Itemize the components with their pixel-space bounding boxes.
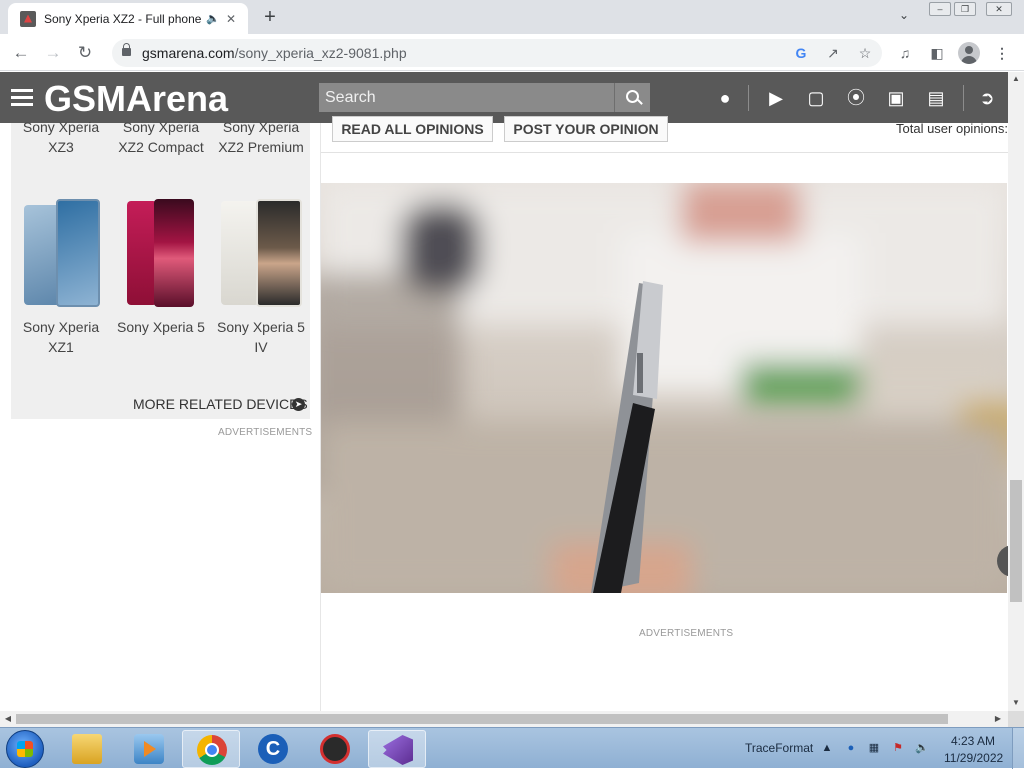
lock-icon: [122, 43, 131, 58]
related-device-name[interactable]: Sony Xperia XZ3: [11, 117, 111, 157]
ccleaner-tray-icon[interactable]: ●: [844, 741, 858, 755]
tab-search-chevron-icon[interactable]: ⌄: [895, 8, 913, 26]
more-related-devices-link[interactable]: MORE RELATED DEVICES: [133, 396, 308, 412]
gsmarena-logo[interactable]: GSMArena: [44, 78, 228, 120]
post-opinion-button[interactable]: POST YOUR OPINION: [504, 116, 668, 142]
browser-tab-bar: Sony Xperia XZ2 - Full phone 🔈 ✕ + ⌄ – ❐…: [0, 0, 1024, 34]
scroll-down-arrow-icon[interactable]: ▼: [1008, 698, 1024, 707]
close-tab-icon[interactable]: ✕: [222, 12, 240, 26]
media-control-icon[interactable]: ♫: [894, 42, 916, 64]
address-bar[interactable]: gsmarena.com/sony_xperia_xz2-9081.php G …: [112, 39, 882, 67]
back-arrow-icon[interactable]: ←: [9, 41, 33, 65]
advertisements-label: ADVERTISEMENTS: [218, 427, 313, 438]
profile-avatar-icon[interactable]: [958, 42, 980, 64]
show-hidden-icons-icon[interactable]: ▲: [820, 741, 834, 755]
app-gear-icon[interactable]: [306, 730, 364, 768]
scroll-right-arrow-icon[interactable]: ▶: [990, 714, 1006, 723]
header-divider: [748, 85, 749, 111]
volume-icon[interactable]: 🔈: [915, 741, 929, 755]
url-text[interactable]: gsmarena.com/sony_xperia_xz2-9081.php: [142, 45, 407, 61]
read-all-opinions-button[interactable]: READ ALL OPINIONS: [332, 116, 493, 142]
reload-icon[interactable]: ↻: [73, 41, 97, 65]
visual-studio-icon[interactable]: [368, 730, 426, 768]
tab-title: Sony Xperia XZ2 - Full phone: [44, 11, 202, 26]
search-icon[interactable]: [614, 83, 650, 112]
side-panel-icon[interactable]: ◧: [926, 42, 948, 64]
gsmarena-favicon-icon: [20, 10, 36, 27]
more-menu-icon[interactable]: ⋮: [991, 42, 1013, 64]
divider: [321, 152, 1008, 153]
total-user-opinions-label: Total user opinions:: [896, 121, 1009, 136]
rss-icon[interactable]: ⦿: [844, 86, 868, 110]
car-icon[interactable]: ▣: [884, 86, 908, 110]
show-desktop-button[interactable]: [1012, 728, 1024, 769]
site-search-input[interactable]: [319, 83, 614, 112]
ccleaner-icon[interactable]: C: [244, 730, 302, 768]
clock-time[interactable]: 4:23 AM: [951, 734, 995, 748]
chrome-icon[interactable]: [182, 730, 240, 768]
logout-icon[interactable]: ➲: [975, 86, 999, 110]
clock-date[interactable]: 11/29/2022: [944, 751, 1003, 765]
scroll-up-arrow-icon[interactable]: ▲: [1008, 74, 1024, 83]
instagram-icon[interactable]: ▢: [804, 86, 828, 110]
related-device-name[interactable]: Sony Xperia 5 IV: [211, 317, 311, 357]
related-device-name[interactable]: Sony Xperia XZ2 Premium: [211, 117, 311, 157]
browser-toolbar: ← → ↻ gsmarena.com/sony_xperia_xz2-9081.…: [0, 34, 1024, 71]
vertical-scroll-thumb[interactable]: [1010, 480, 1022, 602]
tip-icon[interactable]: ●: [713, 86, 737, 110]
restore-button[interactable]: ❐: [954, 2, 976, 16]
network-icon[interactable]: ▦: [867, 741, 881, 755]
hamburger-menu-icon[interactable]: [11, 89, 33, 106]
scroll-left-arrow-icon[interactable]: ◀: [0, 714, 16, 723]
advertisements-label: ADVERTISEMENTS: [639, 628, 734, 639]
forward-arrow-icon[interactable]: →: [41, 41, 65, 65]
arrow-right-circle-icon[interactable]: ➤: [292, 398, 305, 411]
new-tab-button[interactable]: +: [258, 5, 282, 29]
traceformat-tray-label[interactable]: TraceFormat: [745, 741, 813, 755]
bookmark-star-icon[interactable]: ☆: [855, 43, 875, 63]
horizontal-scrollbar[interactable]: ◀ ▶: [0, 711, 1008, 727]
windows-taskbar: C TraceFormat ▲ ● ▦ ⚑ 🔈 4:23 AM 11/29/20…: [0, 727, 1024, 769]
related-device-name[interactable]: Sony Xperia XZ2 Compact: [111, 117, 211, 157]
vertical-scrollbar[interactable]: ▲ ▼: [1008, 72, 1024, 711]
action-center-flag-icon[interactable]: ⚑: [891, 741, 905, 755]
youtube-icon[interactable]: ▶: [764, 86, 788, 110]
explorer-icon[interactable]: [58, 730, 116, 768]
minimize-button[interactable]: –: [929, 2, 951, 16]
browser-tab[interactable]: Sony Xperia XZ2 - Full phone 🔈 ✕: [8, 3, 248, 34]
google-translate-icon[interactable]: G: [791, 43, 811, 63]
header-divider: [963, 85, 964, 111]
media-player-icon[interactable]: [120, 730, 178, 768]
windows-start-icon[interactable]: [6, 730, 44, 768]
close-window-button[interactable]: ✕: [986, 2, 1012, 16]
video-frame-phone-image: [321, 183, 1007, 593]
video-player[interactable]: [321, 183, 1007, 593]
speaker-icon[interactable]: 🔈: [204, 12, 222, 25]
related-device-name[interactable]: Sony Xperia 5: [111, 317, 211, 337]
horizontal-scroll-thumb[interactable]: [16, 714, 948, 724]
related-device-name[interactable]: Sony Xperia XZ1: [11, 317, 111, 357]
share-icon[interactable]: ↗: [823, 43, 843, 63]
cart-icon[interactable]: ▤: [924, 86, 948, 110]
scrollbar-corner: [1008, 711, 1024, 727]
